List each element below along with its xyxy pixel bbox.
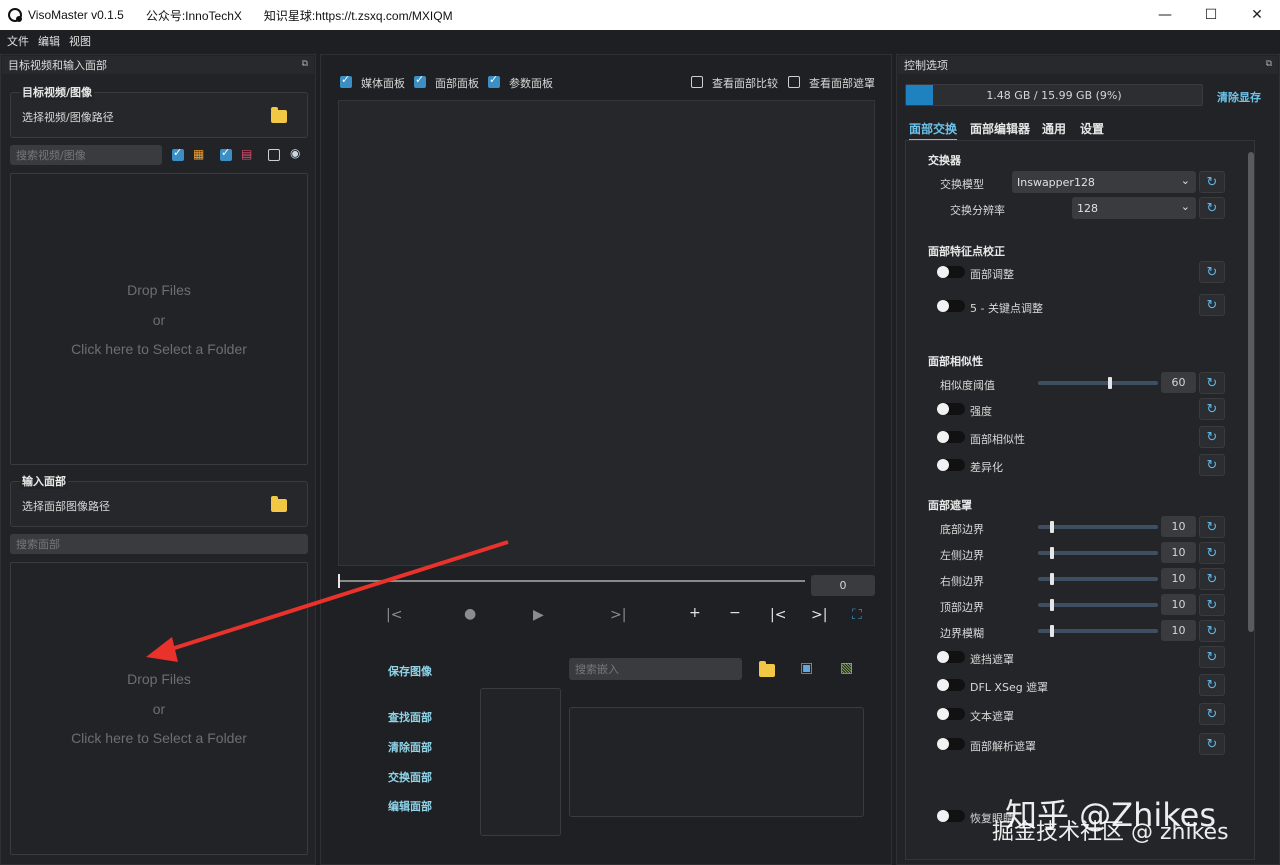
arrow-head: [146, 637, 178, 662]
watermark-juejin: 掘金技术社区 @ zhikes: [992, 820, 1229, 845]
annotation-arrow: [146, 540, 509, 662]
arrow-shaft: [161, 540, 509, 654]
